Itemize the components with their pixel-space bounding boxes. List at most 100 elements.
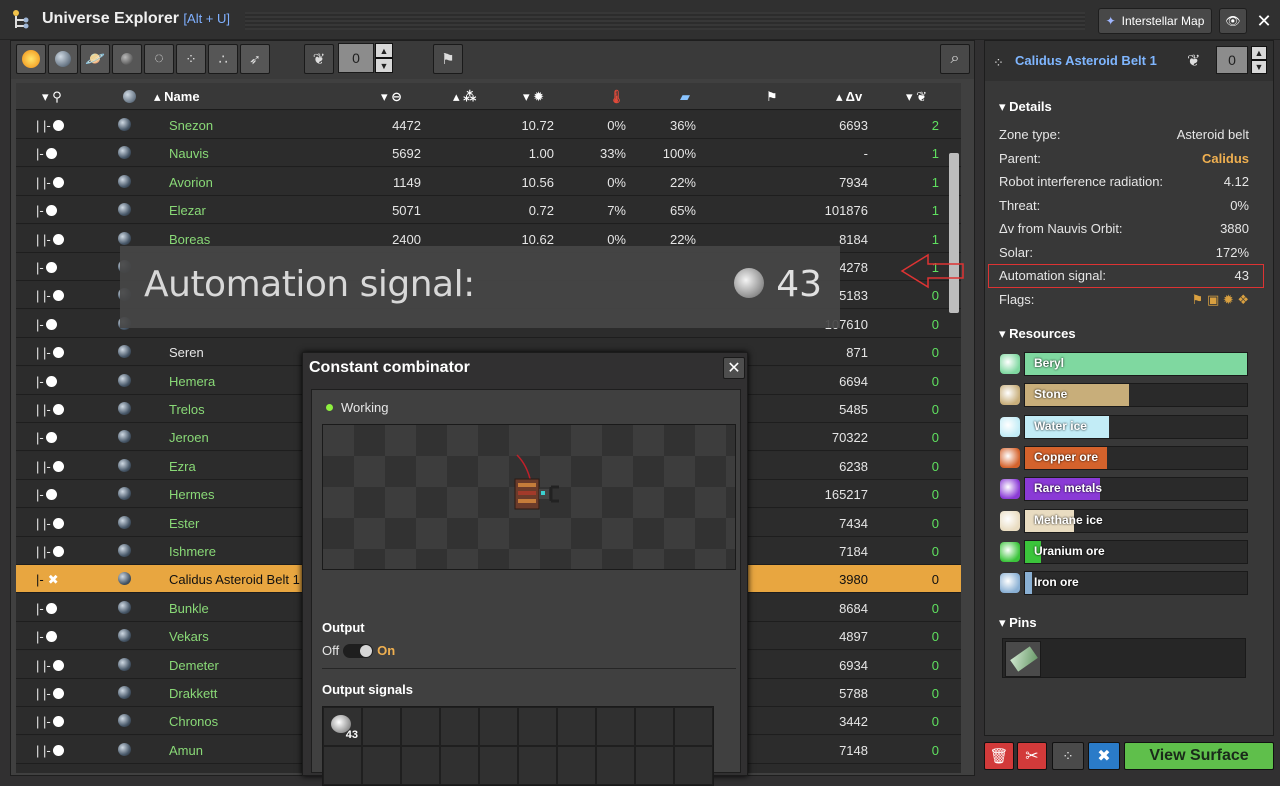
- signal-slot[interactable]: [518, 746, 557, 785]
- search-button[interactable]: ⌕: [940, 44, 970, 74]
- filter-asteroid-field-button[interactable]: ∴: [208, 44, 238, 74]
- tree-branch: |- ✖: [36, 572, 59, 588]
- priority-value: 0: [931, 373, 939, 389]
- node-dot-icon: [52, 347, 64, 359]
- rename-button[interactable]: ⁘: [1052, 742, 1084, 770]
- priority-value: 1: [931, 231, 939, 247]
- signal-slot[interactable]: 43: [323, 707, 362, 746]
- priority-value[interactable]: 0: [338, 43, 374, 73]
- table-row[interactable]: |- Elezar 5071 0.72 7% 65% 101876 1: [16, 196, 961, 225]
- priority-laurel-button[interactable]: ❦: [304, 44, 334, 74]
- tools-button[interactable]: ✖: [1088, 742, 1120, 770]
- resource-icon: [1000, 573, 1020, 594]
- detail-row: Threat: 0%: [999, 198, 1249, 213]
- filter-orbit-button[interactable]: ◌: [144, 44, 174, 74]
- tree-branch: | |-: [36, 175, 64, 190]
- zone-priority-up[interactable]: ▲: [1251, 46, 1267, 60]
- details-section-label: Details: [1009, 99, 1052, 114]
- drag-handle[interactable]: [245, 12, 1085, 30]
- resource-row: Uranium ore: [1000, 539, 1248, 564]
- planet-icon: [118, 572, 131, 586]
- pins-section-header[interactable]: ▾ Pins: [999, 615, 1037, 631]
- automation-signal-label: Automation signal:: [144, 264, 475, 305]
- signal-count: 43: [345, 729, 358, 741]
- resource-row: Iron ore: [1000, 571, 1248, 596]
- signal-slot[interactable]: [440, 746, 479, 785]
- zone-priority-down[interactable]: ▼: [1251, 60, 1267, 74]
- signal-slot[interactable]: [596, 746, 635, 785]
- zone-name: Avorion: [169, 174, 213, 190]
- pin-filter-button[interactable]: ⚑: [433, 44, 463, 74]
- signal-slot[interactable]: [362, 746, 401, 785]
- signal-slot[interactable]: [596, 707, 635, 746]
- delta-v-header[interactable]: ▴ Δv: [836, 89, 862, 105]
- pin-slot-1[interactable]: [1005, 641, 1041, 677]
- filter-planet-button[interactable]: [48, 44, 78, 74]
- day-length: 5692: [392, 146, 421, 162]
- signal-slot[interactable]: [674, 707, 713, 746]
- interstellar-map-button[interactable]: ✦ Interstellar Map: [1098, 8, 1212, 34]
- star-icon: [22, 50, 40, 68]
- output-toggle[interactable]: Off On: [322, 643, 395, 658]
- star-map-icon: ✦: [1105, 14, 1116, 28]
- signal-slot[interactable]: [323, 746, 362, 785]
- table-row[interactable]: | |- Snezon 4472 10.72 0% 36% 6693 2: [16, 111, 961, 139]
- zone-priority-value[interactable]: 0: [1216, 46, 1248, 74]
- details-section-header[interactable]: ▾ Details: [999, 99, 1052, 115]
- signal-slot[interactable]: [479, 746, 518, 785]
- name-header[interactable]: ▴ Name: [154, 89, 200, 105]
- node-dot-icon: [45, 318, 57, 330]
- day-length-header[interactable]: ▾ ⊖: [381, 89, 402, 105]
- close-button[interactable]: ✕: [1252, 8, 1276, 34]
- priority-up-button[interactable]: ▲: [375, 43, 393, 58]
- tree-branch: | |-: [36, 743, 64, 758]
- priority-value: 0: [931, 316, 939, 332]
- solar-value: 22%: [669, 231, 696, 247]
- radius-value: 1.00: [528, 146, 554, 162]
- cut-button[interactable]: ✂: [1017, 742, 1047, 770]
- filter-spaceship-button[interactable]: ➶: [240, 44, 270, 74]
- laurel-icon: ❦: [916, 89, 928, 104]
- toggle-off-label: Off: [322, 643, 340, 658]
- signal-slot[interactable]: [518, 707, 557, 746]
- detail-key: Flags:: [999, 291, 1035, 307]
- signal-slot[interactable]: [401, 746, 440, 785]
- view-surface-label: View Surface: [1149, 747, 1249, 764]
- detail-row: Solar: 172%: [999, 245, 1249, 260]
- signal-slot[interactable]: [362, 707, 401, 746]
- filter-star-button[interactable]: [16, 44, 46, 74]
- delete-button[interactable]: 🗑: [984, 742, 1014, 770]
- table-row[interactable]: |- Nauvis 5692 1.00 33% 100% - 1: [16, 139, 961, 168]
- sort-tree-header[interactable]: ▾ ⚲: [42, 89, 62, 105]
- flags-header[interactable]: ⚑: [766, 89, 778, 105]
- view-surface-button[interactable]: View Surface: [1124, 742, 1274, 770]
- filter-ring-planet-button[interactable]: 🪐: [80, 44, 110, 74]
- combinator-close-button[interactable]: ✕: [723, 357, 745, 379]
- resource-header[interactable]: ▴ ⁂: [453, 89, 476, 105]
- signal-slot[interactable]: [440, 707, 479, 746]
- radius-header[interactable]: ▾ ✹: [523, 89, 544, 105]
- signal-slot[interactable]: [557, 707, 596, 746]
- resources-section-header[interactable]: ▾ Resources: [999, 326, 1076, 342]
- signal-slot[interactable]: [401, 707, 440, 746]
- node-dot-icon: [45, 148, 57, 160]
- signal-slot[interactable]: [635, 746, 674, 785]
- solar-panel-icon: ▰: [680, 89, 690, 104]
- threat-header[interactable]: 🌡: [608, 89, 625, 105]
- signal-slot[interactable]: [674, 746, 713, 785]
- filter-moon-button[interactable]: [112, 44, 142, 74]
- toggle-switch[interactable]: [343, 644, 374, 658]
- signal-slot[interactable]: [479, 707, 518, 746]
- signal-slot[interactable]: [557, 746, 596, 785]
- priority-header[interactable]: ▾ ❦: [906, 89, 927, 105]
- tree-branch: | |-: [36, 232, 64, 247]
- asteroid-belt-icon: [734, 268, 764, 298]
- table-row[interactable]: | |- Avorion 1149 10.56 0% 22% 7934 1: [16, 167, 961, 196]
- priority-down-button[interactable]: ▼: [375, 58, 393, 73]
- signal-slot[interactable]: [635, 707, 674, 746]
- filter-asteroid-belt-button[interactable]: ⁘: [176, 44, 206, 74]
- eye-button[interactable]: 👁: [1219, 8, 1247, 34]
- solar-header[interactable]: ▰: [680, 89, 690, 105]
- detail-value: Calidus: [1202, 150, 1249, 166]
- type-header[interactable]: [123, 89, 136, 104]
